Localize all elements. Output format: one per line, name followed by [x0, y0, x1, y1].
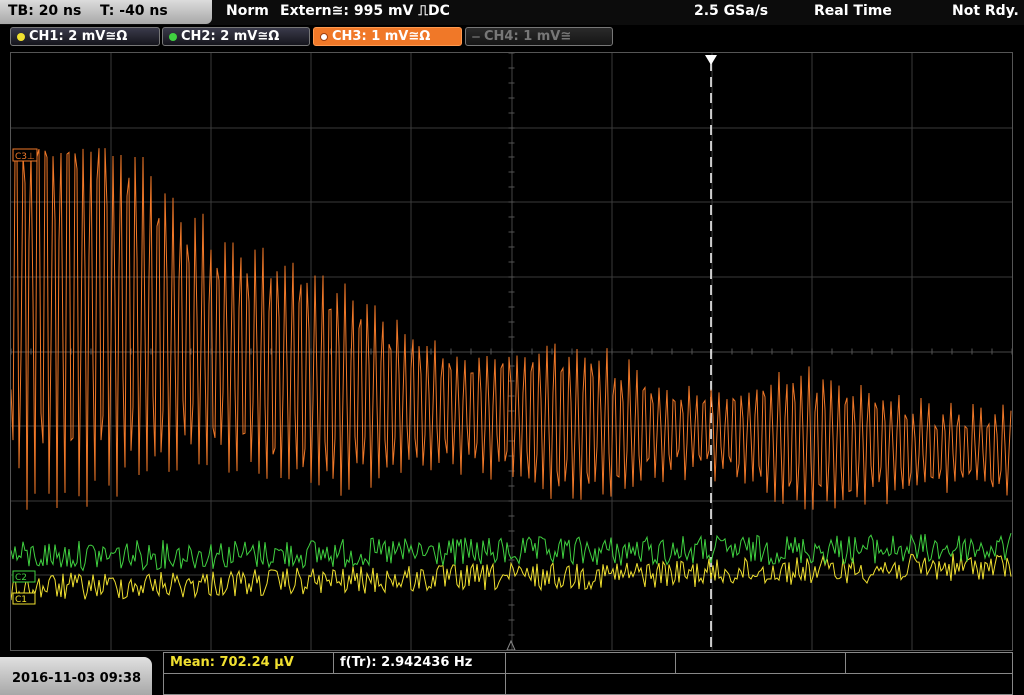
- timebase-label: TB: 20 ns: [8, 3, 82, 19]
- trigger-status-label: Not Rdy.: [952, 3, 1019, 19]
- channel-3-dot-icon: [320, 33, 328, 41]
- horizontal-center-icon: [506, 639, 516, 651]
- measurement-frequency-cell[interactable]: f(Tr): 2.942436 Hz: [334, 653, 506, 673]
- timebase-box[interactable]: TB: 20 ns T: -40 ns: [0, 0, 212, 24]
- channel-3-label: CH3: 1 mV≅Ω: [332, 29, 431, 44]
- channel-2-label: CH2: 2 mV≅Ω: [181, 29, 280, 44]
- channel-1-marker[interactable]: C1: [12, 592, 36, 605]
- top-status-bar: TB: 20 ns T: -40 ns Norm Extern≅: 995 mV…: [0, 0, 1024, 25]
- datetime-label: 2016-11-03 09:38: [12, 671, 142, 686]
- trigger-source-label[interactable]: Extern≅: 995 mV ⎍DC: [280, 3, 450, 19]
- channel-2-marker-label: C2: [15, 573, 27, 583]
- mean-value: Mean: 702.24 µV: [170, 655, 294, 670]
- channel-2-marker[interactable]: C2: [12, 570, 36, 583]
- waveform-display[interactable]: C3⊥ C2 C1: [10, 52, 1013, 651]
- measurement-row-2: [164, 673, 1012, 695]
- trigger-mode-label[interactable]: Norm: [226, 3, 269, 19]
- datetime-box: 2016-11-03 09:38: [0, 657, 152, 695]
- frequency-value: f(Tr): 2.942436 Hz: [340, 655, 473, 670]
- channel-3-marker[interactable]: C3⊥: [12, 148, 38, 162]
- channel-1-dot-icon: [17, 33, 25, 41]
- channel-bar: CH1: 2 mV≅Ω CH2: 2 mV≅Ω CH3: 1 mV≅Ω CH4:…: [0, 26, 1024, 50]
- measurement-empty-cell-1[interactable]: [506, 653, 676, 673]
- channel-3-marker-label: C3⊥: [15, 152, 35, 162]
- channel-4-tab[interactable]: CH4: 1 mV≅: [465, 27, 613, 46]
- measurement-empty-cell-2[interactable]: [676, 653, 846, 673]
- measurement-mean-cell[interactable]: Mean: 702.24 µV: [164, 653, 334, 673]
- channel-3-tab[interactable]: CH3: 1 mV≅Ω: [313, 27, 462, 46]
- measurement-empty-cell-3[interactable]: [164, 674, 506, 695]
- channel-4-dash-icon: [472, 36, 480, 38]
- trigger-position-icon[interactable]: [705, 55, 717, 65]
- channel-1-label: CH1: 2 mV≅Ω: [29, 29, 128, 44]
- channel-1-marker-label: C1: [15, 595, 27, 605]
- channel-1-tab[interactable]: CH1: 2 mV≅Ω: [10, 27, 160, 46]
- trigger-time-label: T: -40 ns: [100, 3, 168, 19]
- channel-4-label: CH4: 1 mV≅: [484, 29, 572, 44]
- sample-rate-label[interactable]: 2.5 GSa/s: [694, 3, 768, 19]
- acquisition-mode-label[interactable]: Real Time: [814, 3, 892, 19]
- measurement-panel[interactable]: Mean: 702.24 µV f(Tr): 2.942436 Hz: [163, 652, 1013, 695]
- channel-2-tab[interactable]: CH2: 2 mV≅Ω: [162, 27, 310, 46]
- waveform-plot: C3⊥ C2 C1: [10, 52, 1013, 651]
- channel-2-dot-icon: [169, 33, 177, 41]
